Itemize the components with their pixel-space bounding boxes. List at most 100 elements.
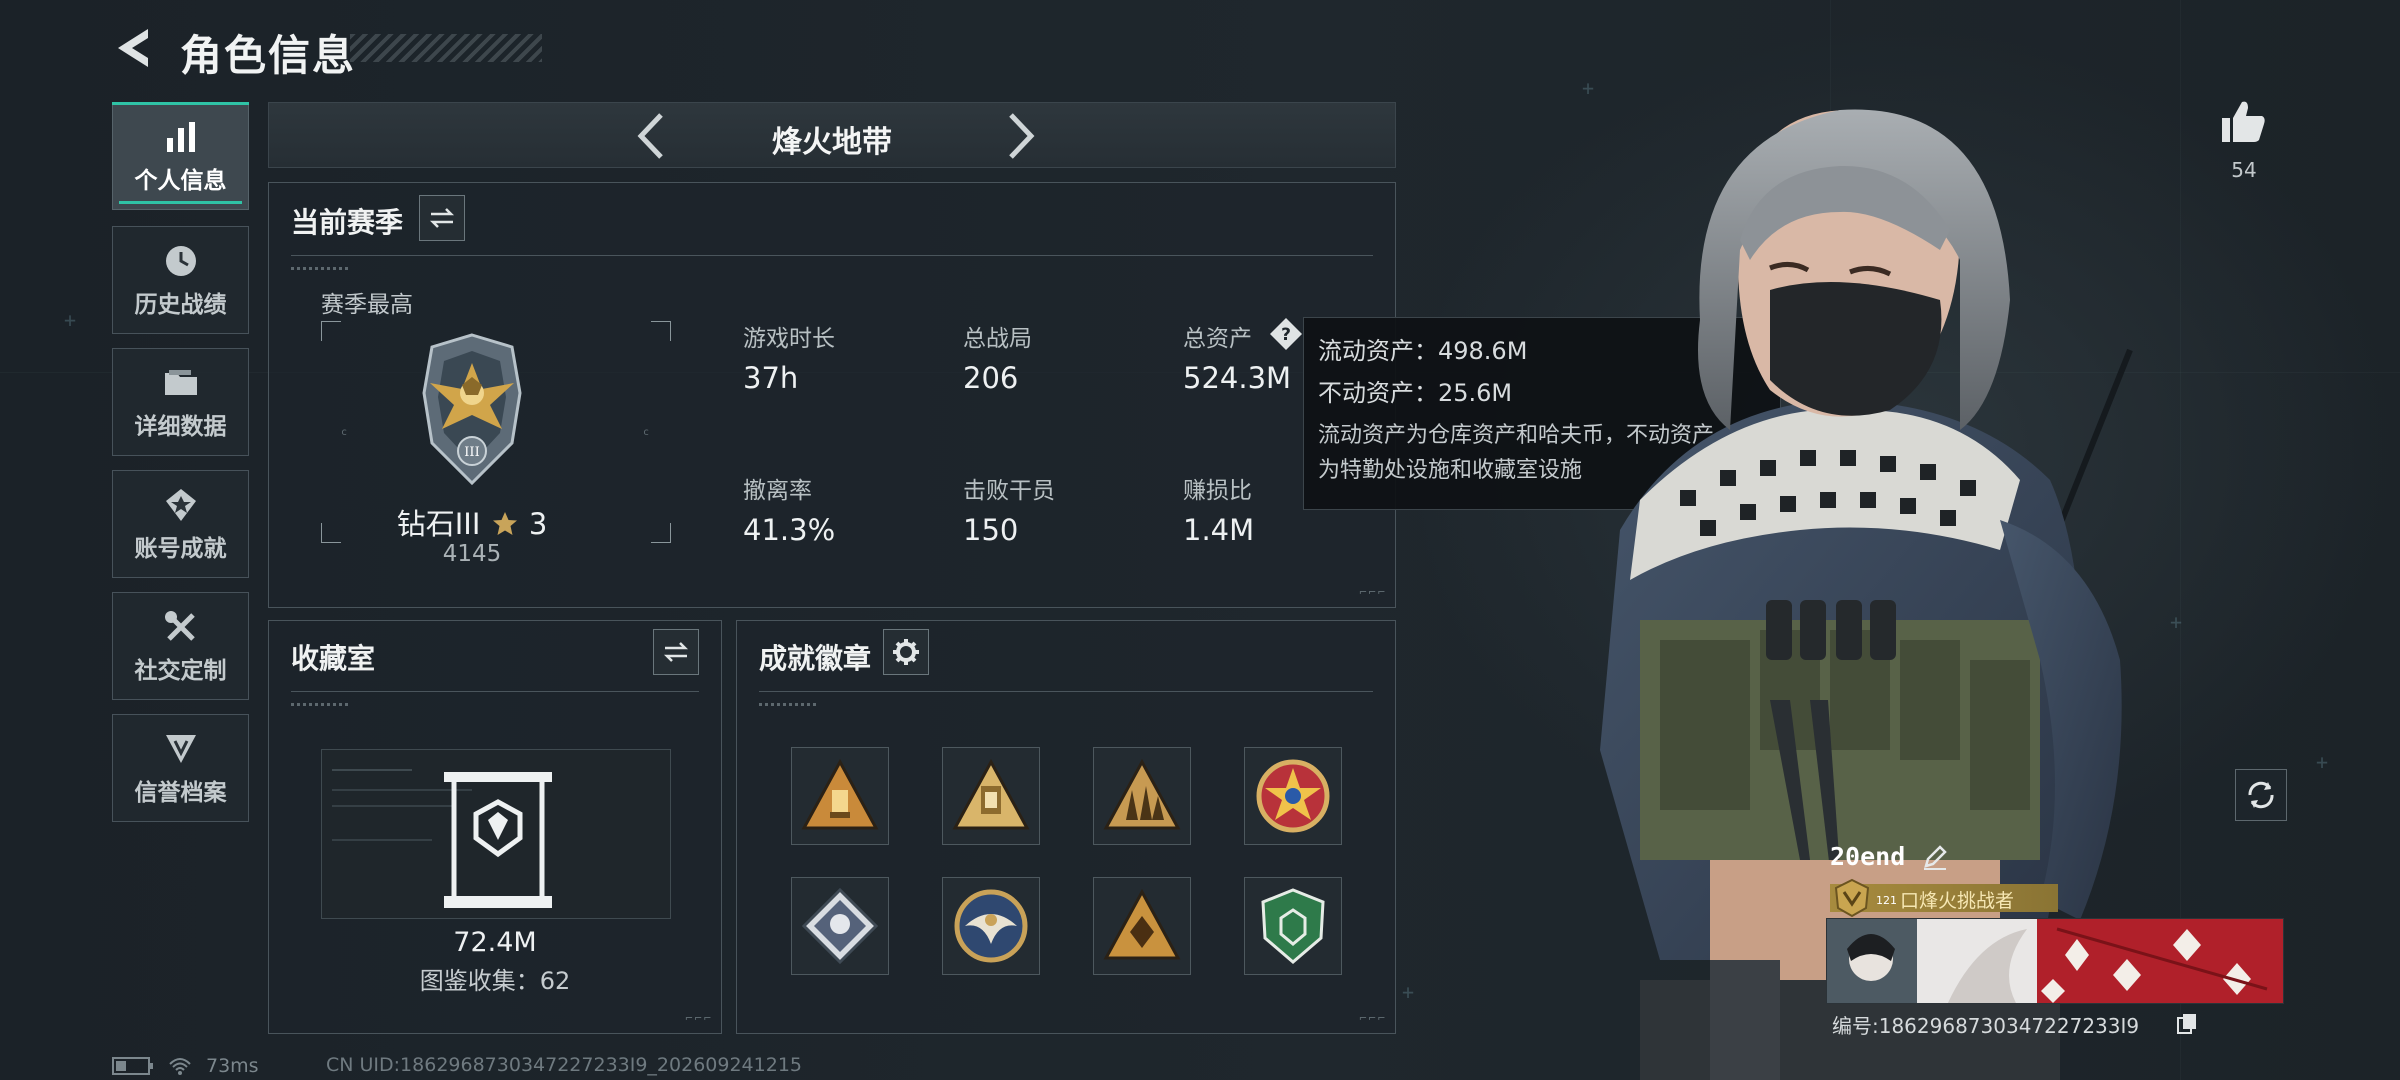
switch-season-button[interactable] xyxy=(419,195,465,241)
svg-text:III: III xyxy=(464,445,479,460)
title-decoration xyxy=(350,34,542,62)
divider xyxy=(759,691,1373,692)
gold-diamond-triangle-badge-icon[interactable] xyxy=(1093,877,1191,975)
sidebar-item-social[interactable]: 社交定制 xyxy=(112,592,249,700)
mode-selector: 烽火地带 xyxy=(268,102,1396,168)
sidebar-item-achievements[interactable]: 账号成就 xyxy=(112,470,249,578)
stat-label: 赚损比 xyxy=(1183,478,1252,504)
stat-label: 撤离率 xyxy=(743,478,812,504)
plus-mark-icon: + xyxy=(64,308,77,332)
season-panel: 当前赛季 赛季最高 c c III 钻石III 3 4145 游戏时长 37h … xyxy=(268,182,1396,608)
help-icon[interactable]: ? xyxy=(1269,317,1303,351)
like-button[interactable] xyxy=(2218,96,2268,146)
credit-icon xyxy=(161,729,201,769)
gold-triangle-badge-icon[interactable] xyxy=(791,747,889,845)
rotate-icon xyxy=(2248,781,2274,809)
sidebar-item-history[interactable]: 历史战绩 xyxy=(112,226,249,334)
collection-value: 72.4M xyxy=(453,927,537,958)
like-count: 54 xyxy=(2231,158,2257,182)
battery-icon xyxy=(112,1057,153,1075)
divider xyxy=(291,255,1373,256)
swap-icon xyxy=(429,208,455,228)
stat-value: 41.3% xyxy=(743,513,836,547)
rank-name-row: 钻石III 3 xyxy=(367,501,577,543)
clock-icon xyxy=(161,241,201,281)
temple-triangle-badge-icon[interactable] xyxy=(942,747,1040,845)
page-title: 角色信息 xyxy=(180,31,357,80)
copy-id-button[interactable] xyxy=(2176,1012,2198,1034)
next-mode-button[interactable] xyxy=(995,109,1045,163)
svg-text:c: c xyxy=(643,427,649,438)
player-card: 20end 121 口烽火挑战者 编号:1862968730347227233I… xyxy=(1826,840,2286,1040)
sidebar-item-label: 历史战绩 xyxy=(134,292,227,318)
switch-collection-button[interactable] xyxy=(653,629,699,675)
display-case-icon xyxy=(332,769,552,908)
gear-icon xyxy=(893,639,919,665)
player-name: 20end xyxy=(1830,842,1906,871)
svg-text:c: c xyxy=(341,427,347,438)
svg-text:?: ? xyxy=(1281,325,1291,345)
uid-text: CN UID:1862968730347227233I9_20260924121… xyxy=(326,1054,802,1076)
eagle-coin-badge-icon[interactable] xyxy=(942,877,1040,975)
player-level: 121 xyxy=(1876,894,1897,907)
divider-dots xyxy=(759,703,819,706)
season-title: 当前赛季 xyxy=(291,206,404,239)
edit-name-button[interactable] xyxy=(1922,844,1948,870)
stat-value: 524.3M xyxy=(1183,361,1292,395)
season-best-label: 赛季最高 xyxy=(321,292,413,318)
badges-title: 成就徽章 xyxy=(759,642,872,675)
star-icon xyxy=(492,512,517,535)
achievement-icon xyxy=(161,485,201,525)
collection-room-preview[interactable] xyxy=(321,749,671,919)
green-shield-badge-icon[interactable] xyxy=(1244,877,1342,975)
diamond-rose-badge-icon[interactable] xyxy=(791,877,889,975)
player-banner-image xyxy=(1826,918,2284,1004)
rotate-character-button[interactable] xyxy=(2235,769,2287,821)
rank-stars: 3 xyxy=(528,507,548,541)
bar-chart-icon xyxy=(161,117,201,157)
mode-name: 烽火地带 xyxy=(772,125,892,160)
collection-title: 收藏室 xyxy=(291,642,376,675)
divider-dots xyxy=(291,703,351,706)
stat-value: 37h xyxy=(743,361,799,395)
badges-panel: 成就徽章 ⌐⌐⌐ xyxy=(736,620,1396,1034)
sidebar-item-label: 社交定制 xyxy=(134,658,227,684)
badge-settings-button[interactable] xyxy=(883,629,929,675)
stat-label: 总资产 xyxy=(1183,326,1252,352)
red-star-medal-icon[interactable] xyxy=(1244,747,1342,845)
sidebar-item-label: 详细数据 xyxy=(134,414,227,440)
sidebar-item-label: 信誉档案 xyxy=(134,780,227,806)
soldiers-triangle-badge-icon[interactable] xyxy=(1093,747,1191,845)
rank-medal-icon: III xyxy=(422,333,522,485)
collection-panel: 收藏室 72.4M 图鉴收集：62 ⌐⌐⌐ xyxy=(268,620,722,1034)
rank-name: 钻石III xyxy=(396,507,481,541)
sidebar-item-credit[interactable]: 信誉档案 xyxy=(112,714,249,822)
panel-corner-mark: ⌐⌐⌐ xyxy=(1359,585,1387,599)
stat-label: 游戏时长 xyxy=(743,326,835,352)
stat-label: 击败干员 xyxy=(963,478,1055,504)
stat-label: 总战局 xyxy=(963,326,1032,352)
rank-emblem-icon xyxy=(1834,878,1870,918)
player-title-text: 口烽火挑战者 xyxy=(1900,890,2015,912)
player-id: 编号:1862968730347227233I9 xyxy=(1832,1014,2140,1038)
folder-icon xyxy=(161,363,201,403)
sidebar-item-personal-info[interactable]: 个人信息 xyxy=(112,102,249,210)
wifi-icon xyxy=(169,1058,191,1075)
sidebar-item-details[interactable]: 详细数据 xyxy=(112,348,249,456)
stat-value: 150 xyxy=(963,513,1019,547)
sidebar-item-label: 账号成就 xyxy=(134,536,227,562)
stat-value: 206 xyxy=(963,361,1019,395)
status-bar: 73ms xyxy=(112,1054,259,1078)
panel-corner-mark: ⌐⌐⌐ xyxy=(1359,1011,1387,1025)
back-button[interactable] xyxy=(112,25,158,71)
sidebar-item-label: 个人信息 xyxy=(134,168,227,194)
divider-dots xyxy=(291,267,351,270)
rank-points: 4145 xyxy=(442,541,502,567)
panel-corner-mark: ⌐⌐⌐ xyxy=(685,1011,713,1025)
swap-icon xyxy=(663,642,689,662)
plus-mark-icon: + xyxy=(2316,750,2329,774)
stat-value: 1.4M xyxy=(1183,513,1255,547)
tools-icon xyxy=(161,607,201,647)
ping-value: 73ms xyxy=(206,1055,259,1077)
collection-count: 图鉴收集：62 xyxy=(419,967,571,995)
